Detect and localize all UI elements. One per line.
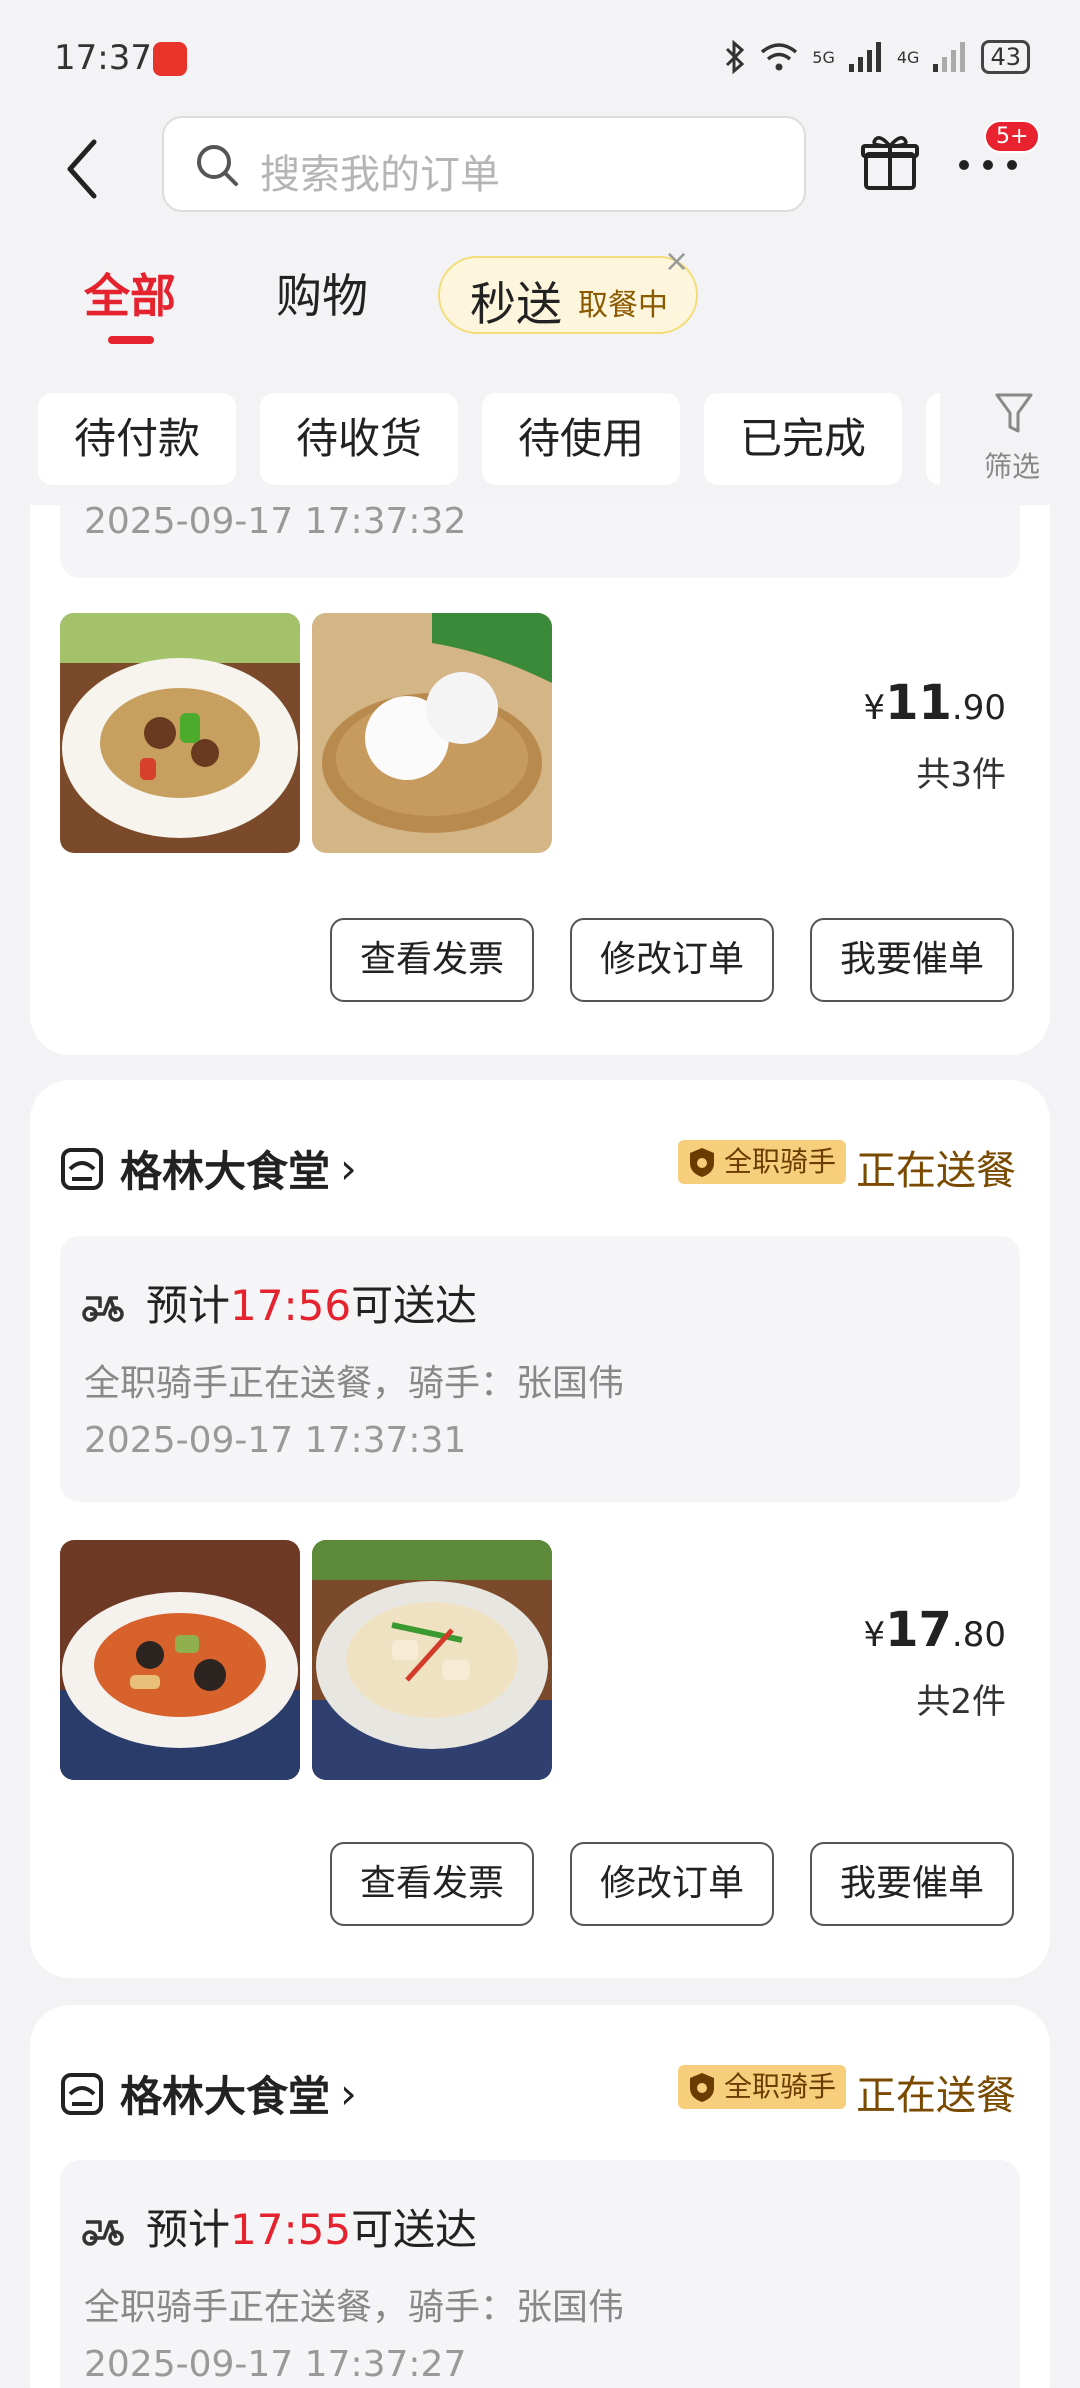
store-name: 格林大食堂 [120, 1147, 331, 1196]
item-count: 共2件 [916, 1682, 1006, 1722]
filter-label: 筛选 [984, 450, 1041, 483]
store-link[interactable]: 格林大食堂 › [60, 2063, 357, 2124]
eta-prefix: 预计 [146, 2205, 231, 2254]
store-icon [61, 2072, 103, 2115]
urge-order-button[interactable]: 我要催单 [810, 918, 1014, 1002]
order-card[interactable]: 格林大食堂 › 全职骑手 正在送餐 预计17:55可送达 全职骑手正在送餐，骑手… [30, 2005, 1050, 2388]
chip-pending-receipt[interactable]: 待收货 [260, 393, 458, 485]
header-area: 17:37 5G 4G 43 搜索我的订单 5+ 全部 购物 秒送 取餐中 × [0, 0, 1080, 505]
gift-icon[interactable] [860, 132, 920, 192]
express-status: 取餐中 [578, 288, 668, 323]
store-icon [61, 1147, 103, 1190]
shield-icon [690, 1148, 714, 1177]
signal-bars-icon-2 [933, 42, 966, 72]
express-label: 秒送 [470, 277, 562, 331]
rider-info: 全职骑手正在送餐，骑手：张国伟 [84, 2287, 625, 2328]
eta-suffix: 可送达 [351, 2205, 478, 2254]
signal-bars-icon [848, 42, 881, 72]
order-timestamp: 2025-09-17 17:37:32 [84, 501, 467, 542]
search-input[interactable]: 搜索我的订单 [162, 116, 806, 212]
food-image[interactable] [312, 1540, 552, 1780]
chevron-right-icon: › [340, 2069, 357, 2118]
item-count: 共3件 [916, 755, 1006, 795]
eta-suffix: 可送达 [351, 1281, 478, 1330]
wifi-icon [761, 43, 798, 71]
modify-order-button[interactable]: 修改订单 [570, 918, 774, 1002]
chip-pending-payment[interactable]: 待付款 [38, 393, 236, 485]
order-status: 正在送餐 [856, 2073, 1016, 2119]
back-icon[interactable] [58, 134, 108, 204]
close-icon[interactable]: × [664, 244, 689, 279]
status-icons: 5G 4G 43 [724, 40, 1030, 74]
chevron-right-icon: › [340, 1144, 357, 1193]
eta-prefix: 预计 [146, 1281, 231, 1330]
delivery-info: 预计17:55可送达 全职骑手正在送餐，骑手：张国伟 2025-09-17 17… [60, 2160, 1020, 2388]
eta-time: 17:55 [230, 2205, 352, 2254]
nav-bar: 搜索我的订单 5+ [0, 110, 1080, 220]
more-icon[interactable] [958, 158, 1018, 172]
order-timestamp: 2025-09-17 17:37:27 [84, 2344, 467, 2385]
price-decimal: .90 [951, 688, 1006, 728]
order-price: ¥11.90 [863, 675, 1006, 731]
filter-button[interactable]: 筛选 [940, 387, 1080, 497]
food-image[interactable] [60, 613, 300, 853]
scooter-icon [82, 2220, 124, 2246]
filter-chips: 待付款 待收货 待使用 已完成 筛选 [0, 387, 1080, 497]
app-notification-icon [153, 42, 187, 76]
eta-time: 17:56 [230, 1281, 352, 1330]
scooter-icon [82, 1296, 124, 1322]
eta-text: 预计17:56可送达 [146, 1272, 477, 1333]
rider-tag-label: 全职骑手 [724, 2070, 837, 2103]
rider-tag-label: 全职骑手 [724, 1145, 837, 1178]
bluetooth-icon [726, 40, 745, 74]
signal-5g: 5G [812, 47, 835, 67]
view-invoice-button[interactable]: 查看发票 [330, 918, 534, 1002]
tab-express[interactable]: 秒送 取餐中 × [438, 244, 698, 334]
modify-order-button[interactable]: 修改订单 [570, 1842, 774, 1926]
price-integer: 17 [885, 1602, 952, 1658]
price-decimal: .80 [951, 1615, 1006, 1655]
order-status: 正在送餐 [856, 1148, 1016, 1194]
tab-all[interactable]: 全部 [84, 260, 176, 326]
signal-4g: 4G [896, 47, 920, 67]
search-icon [197, 145, 238, 186]
rider-tag: 全职骑手 [678, 2065, 847, 2109]
search-placeholder: 搜索我的订单 [260, 152, 500, 198]
price-symbol: ¥ [863, 688, 886, 728]
order-card[interactable]: 2025-09-17 17:37:32 ¥11.90 共3件 查看发票 修改订单… [30, 501, 1050, 1055]
order-card[interactable]: 格林大食堂 › 全职骑手 正在送餐 预计17:56可送达 全职骑手正在送餐，骑手… [30, 1080, 1050, 1978]
food-image[interactable] [60, 1540, 300, 1780]
food-image[interactable] [312, 613, 552, 853]
status-time: 17:37 [54, 38, 152, 78]
price-integer: 11 [885, 675, 952, 731]
price-symbol: ¥ [863, 1615, 886, 1655]
notification-badge: 5+ [984, 120, 1041, 153]
battery-icon: 43 [981, 40, 1030, 74]
status-bar: 17:37 5G 4G 43 [0, 0, 1080, 110]
urge-order-button[interactable]: 我要催单 [810, 1842, 1014, 1926]
view-invoice-button[interactable]: 查看发票 [330, 1842, 534, 1926]
store-name: 格林大食堂 [120, 2072, 331, 2121]
tab-underline [108, 336, 154, 344]
chip-pending-use[interactable]: 待使用 [482, 393, 680, 485]
rider-info: 全职骑手正在送餐，骑手：张国伟 [84, 1363, 625, 1404]
order-timestamp: 2025-09-17 17:37:31 [84, 1420, 467, 1461]
delivery-info: 2025-09-17 17:37:32 [60, 501, 1020, 578]
rider-tag: 全职骑手 [678, 1140, 847, 1184]
order-tabs: 全部 购物 秒送 取餐中 × [0, 244, 1080, 350]
tab-shopping[interactable]: 购物 [276, 260, 368, 326]
order-price: ¥17.80 [863, 1602, 1006, 1658]
chip-completed[interactable]: 已完成 [704, 393, 902, 485]
eta-text: 预计17:55可送达 [146, 2196, 477, 2257]
delivery-info: 预计17:56可送达 全职骑手正在送餐，骑手：张国伟 2025-09-17 17… [60, 1236, 1020, 1502]
store-link[interactable]: 格林大食堂 › [60, 1138, 357, 1199]
filter-icon [995, 393, 1033, 433]
shield-icon [690, 2073, 714, 2102]
